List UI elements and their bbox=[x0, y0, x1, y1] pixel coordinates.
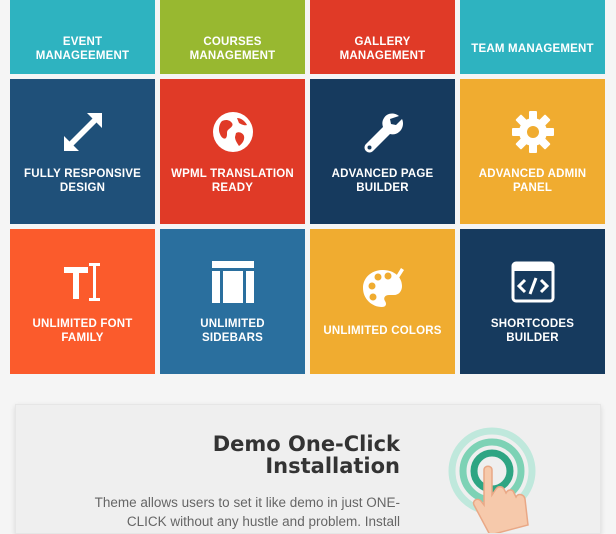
demo-install-section: Demo One-Click Installation Theme allows… bbox=[15, 404, 601, 534]
tile-label: TEAM MANAGEMENT bbox=[471, 43, 594, 55]
sidebar-layout-icon bbox=[210, 259, 256, 305]
tile-label: FULLY RESPONSIVE DESIGN bbox=[24, 167, 141, 194]
text-cursor-icon bbox=[60, 259, 106, 305]
hand-tap-icon bbox=[444, 425, 564, 533]
tile-label: UNLIMITED COLORS bbox=[323, 324, 442, 337]
feature-tile-admin-panel[interactable]: ADVANCED ADMIN PANEL bbox=[460, 79, 605, 224]
tile-label: ADVANCED PAGE BUILDER bbox=[331, 167, 434, 194]
tile-label: GALLERY MANAGEMENT bbox=[339, 36, 426, 62]
tile-label: UNLIMITED SIDEBARS bbox=[200, 317, 265, 344]
feature-tile-shortcodes[interactable]: SHORTCODES BUILDER bbox=[460, 229, 605, 374]
feature-tile-event-management[interactable]: EVENT MANAGEEMENT bbox=[10, 0, 155, 74]
expand-arrows-icon bbox=[60, 109, 106, 155]
feature-tile-font-family[interactable]: UNLIMITED FONT FAMILY bbox=[10, 229, 155, 374]
gear-icon bbox=[510, 109, 556, 155]
code-window-icon bbox=[510, 259, 556, 305]
demo-title: Demo One-Click Installation bbox=[212, 432, 400, 478]
tile-label: SHORTCODES BUILDER bbox=[490, 317, 575, 344]
feature-tile-wpml[interactable]: WPML TRANSLATION READY bbox=[160, 79, 305, 224]
feature-tile-courses-management[interactable]: COURSES MANAGEMENT bbox=[160, 0, 305, 74]
features-grid: EVENT MANAGEEMENT COURSES MANAGEMENT GAL… bbox=[0, 0, 616, 380]
palette-icon bbox=[360, 266, 406, 312]
tile-label: UNLIMITED FONT FAMILY bbox=[32, 317, 133, 344]
tile-label: COURSES MANAGEMENT bbox=[189, 36, 276, 62]
demo-description: Theme allows users to set it like demo i… bbox=[94, 495, 400, 529]
feature-tile-gallery-management[interactable]: GALLERY MANAGEMENT bbox=[310, 0, 455, 74]
wrench-icon bbox=[360, 109, 406, 155]
tile-label: ADVANCED ADMIN PANEL bbox=[478, 167, 587, 194]
globe-icon bbox=[210, 109, 256, 155]
feature-tile-page-builder[interactable]: ADVANCED PAGE BUILDER bbox=[310, 79, 455, 224]
feature-tile-sidebars[interactable]: UNLIMITED SIDEBARS bbox=[160, 229, 305, 374]
feature-tile-responsive[interactable]: FULLY RESPONSIVE DESIGN bbox=[10, 79, 155, 224]
tile-label: EVENT MANAGEEMENT bbox=[35, 36, 130, 62]
tile-label: WPML TRANSLATION READY bbox=[171, 167, 294, 194]
feature-tile-colors[interactable]: UNLIMITED COLORS bbox=[310, 229, 455, 374]
feature-tile-team-management[interactable]: TEAM MANAGEMENT bbox=[460, 0, 605, 74]
